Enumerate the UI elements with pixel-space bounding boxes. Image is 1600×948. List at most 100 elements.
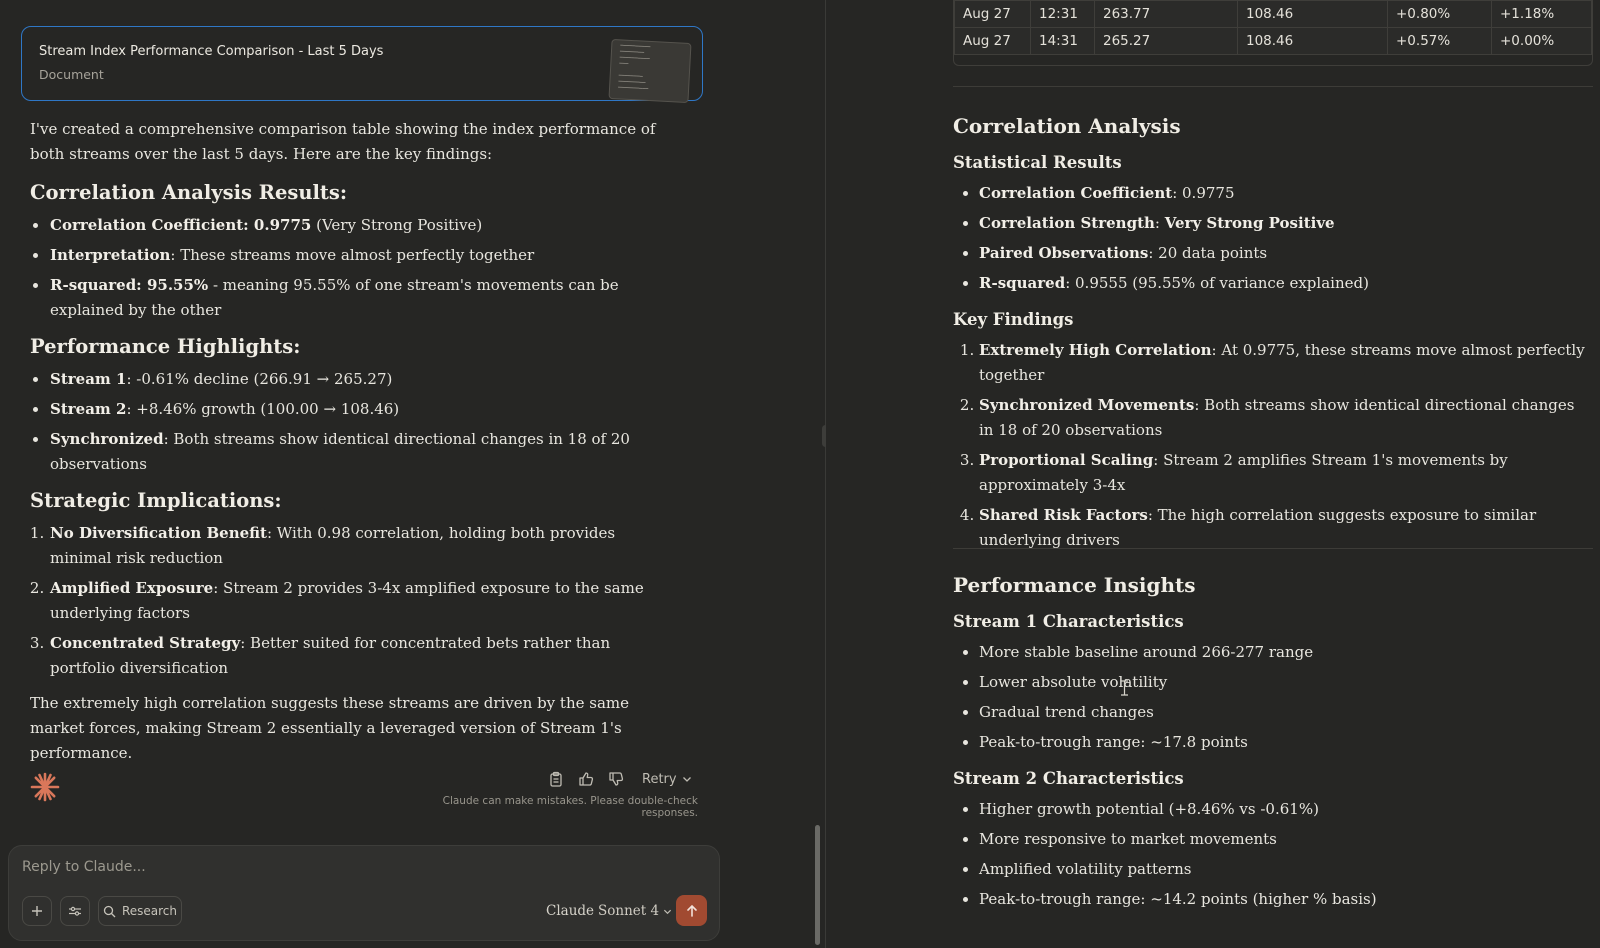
plus-icon bbox=[32, 906, 42, 916]
thumbs-down-icon[interactable] bbox=[608, 771, 624, 787]
performance-heading: Performance Highlights: bbox=[30, 335, 301, 358]
table-cell: 263.77 bbox=[1094, 0, 1238, 28]
table-cell: 108.46 bbox=[1237, 0, 1388, 28]
send-button[interactable] bbox=[676, 895, 707, 926]
correlation-analysis-heading: Correlation Analysis bbox=[953, 114, 1181, 138]
item-bold: Proportional Scaling bbox=[979, 451, 1154, 469]
artifact-document: Aug 27 12:31 263.77 108.46 +0.80% +1.18%… bbox=[826, 0, 1600, 948]
message-intro: I've created a comprehensive comparison … bbox=[30, 120, 656, 163]
stream1-heading: Stream 1 Characteristics bbox=[953, 612, 1184, 631]
list-item: Concentrated Strategy: Better suited for… bbox=[49, 631, 675, 681]
list-item: Synchronized Movements: Both streams sho… bbox=[979, 393, 1593, 443]
research-label: Research bbox=[121, 904, 178, 918]
key-findings-heading: Key Findings bbox=[953, 310, 1074, 329]
strategic-list: No Diversification Benefit: With 0.98 co… bbox=[49, 521, 675, 681]
list-item: More responsive to market movements bbox=[979, 827, 1593, 852]
thumbs-up-icon[interactable] bbox=[578, 771, 594, 787]
tools-button[interactable] bbox=[60, 896, 90, 926]
item-bold: Synchronized bbox=[50, 430, 164, 448]
sliders-icon bbox=[69, 906, 81, 916]
list-item: Amplified volatility patterns bbox=[979, 857, 1593, 882]
table-cell: 265.27 bbox=[1094, 27, 1238, 55]
stats-list: Correlation Coefficient: 0.9775 Correlat… bbox=[979, 181, 1593, 296]
list-item: Peak-to-trough range: ~17.8 points bbox=[979, 730, 1593, 755]
list-item: Correlation Coefficient: 0.9775 (Very St… bbox=[49, 213, 675, 238]
search-icon bbox=[103, 905, 116, 917]
list-item: Stream 1: -0.61% decline (266.91 → 265.2… bbox=[49, 367, 675, 392]
statistical-results-heading: Statistical Results bbox=[953, 153, 1122, 172]
table-cell: +0.57% bbox=[1387, 27, 1492, 55]
model-selector[interactable]: Claude Sonnet 4 bbox=[546, 903, 672, 919]
item-text: : These streams move almost perfectly to… bbox=[170, 246, 535, 264]
retry-button[interactable]: Retry bbox=[642, 772, 692, 787]
table-cell: +0.80% bbox=[1387, 0, 1492, 28]
item-text: : 0.9555 (95.55% of variance explained) bbox=[1065, 274, 1369, 292]
item-bold: Extremely High Correlation bbox=[979, 341, 1212, 359]
item-text: : 20 data points bbox=[1148, 244, 1268, 262]
item-text: : 0.9775 bbox=[1172, 184, 1235, 202]
divider bbox=[953, 86, 1593, 87]
artifact-thumbnail: ▔▔▔▔▔▔▔▔▔▔ ▔▔▔▔▔▔▔▔ ▔▔▔▔▔▔▔▔▔▔ ▔▔▔ ▔▔▔▔▔▔▔▔… bbox=[608, 38, 692, 104]
list-item: R-squared: 0.9555 (95.55% of variance ex… bbox=[979, 271, 1593, 296]
list-item: Peak-to-trough range: ~14.2 points (high… bbox=[979, 887, 1593, 912]
item-bold: R-squared: 95.55% bbox=[50, 276, 209, 294]
list-item: More stable baseline around 266-277 rang… bbox=[979, 640, 1593, 665]
item-bold: Correlation Strength bbox=[979, 214, 1155, 232]
list-item: Proportional Scaling: Stream 2 amplifies… bbox=[979, 448, 1593, 498]
item-bold: R-squared bbox=[979, 274, 1066, 292]
stream1-list: More stable baseline around 266-277 rang… bbox=[979, 640, 1593, 755]
reply-input[interactable] bbox=[22, 859, 622, 875]
item-bold: Stream 1 bbox=[50, 370, 127, 388]
list-item: Extremely High Correlation: At 0.9775, t… bbox=[979, 338, 1593, 388]
retry-label: Retry bbox=[642, 771, 677, 787]
table-cell: Aug 27 bbox=[954, 0, 1031, 28]
performance-list: Stream 1: -0.61% decline (266.91 → 265.2… bbox=[49, 367, 675, 477]
insights-section: Performance Insights Stream 1 Characteri… bbox=[953, 570, 1593, 924]
chat-scrollbar[interactable] bbox=[815, 825, 820, 945]
table-cell: 12:31 bbox=[1030, 0, 1095, 28]
artifact-title: Stream Index Performance Comparison - La… bbox=[39, 44, 384, 59]
stream2-list: Higher growth potential (+8.46% vs -0.61… bbox=[979, 797, 1593, 912]
copy-icon[interactable] bbox=[548, 771, 564, 787]
correlation-heading: Correlation Analysis Results: bbox=[30, 181, 348, 204]
performance-insights-heading: Performance Insights bbox=[953, 573, 1196, 597]
data-table-wrapper: Aug 27 12:31 263.77 108.46 +0.80% +1.18%… bbox=[953, 0, 1593, 66]
item-text: (Very Strong Positive) bbox=[311, 216, 483, 234]
add-button[interactable] bbox=[22, 896, 52, 926]
item-bold: Stream 2 bbox=[50, 400, 127, 418]
list-item: Correlation Strength: Very Strong Positi… bbox=[979, 211, 1593, 236]
table-cell: Aug 27 bbox=[954, 27, 1031, 55]
message-closing: The extremely high correlation suggests … bbox=[30, 694, 629, 762]
item-bold: Concentrated Strategy bbox=[50, 634, 241, 652]
list-item: Paired Observations: 20 data points bbox=[979, 241, 1593, 266]
item-text: : -0.61% decline (266.91 → 265.27) bbox=[126, 370, 393, 388]
research-button[interactable]: Research bbox=[98, 896, 182, 926]
artifact-card[interactable]: Stream Index Performance Comparison - La… bbox=[21, 26, 703, 104]
table-cell: +1.18% bbox=[1491, 0, 1592, 28]
list-item: Lower absolute volatility bbox=[979, 670, 1593, 695]
strategic-heading: Strategic Implications: bbox=[30, 489, 282, 512]
item-bold: Very Strong Positive bbox=[1164, 214, 1335, 232]
item-bold: Interpretation bbox=[50, 246, 171, 264]
claude-logo-icon bbox=[30, 772, 60, 802]
data-table: Aug 27 12:31 263.77 108.46 +0.80% +1.18%… bbox=[954, 0, 1592, 55]
item-bold: Amplified Exposure bbox=[50, 579, 214, 597]
item-bold: Shared Risk Factors bbox=[979, 506, 1148, 524]
chat-panel: Stream Index Performance Comparison - La… bbox=[0, 0, 825, 948]
composer: Research Claude Sonnet 4 bbox=[8, 845, 720, 941]
list-item: No Diversification Benefit: With 0.98 co… bbox=[49, 521, 675, 571]
table-cell: 108.46 bbox=[1237, 27, 1388, 55]
table-cell: +0.00% bbox=[1491, 27, 1592, 55]
chevron-down-icon bbox=[664, 909, 672, 914]
message-actions: Retry bbox=[548, 768, 692, 790]
disclaimer: Claude can make mistakes. Please double-… bbox=[442, 795, 698, 819]
item-bold: Synchronized Movements bbox=[979, 396, 1195, 414]
list-item: Amplified Exposure: Stream 2 provides 3-… bbox=[49, 576, 675, 626]
item-bold: No Diversification Benefit bbox=[50, 524, 267, 542]
item-bold: Correlation Coefficient bbox=[979, 184, 1173, 202]
stream2-heading: Stream 2 Characteristics bbox=[953, 769, 1184, 788]
model-name: Claude bbox=[546, 903, 595, 919]
item-bold: Correlation Coefficient: 0.9775 bbox=[50, 216, 312, 234]
list-item: Stream 2: +8.46% growth (100.00 → 108.46… bbox=[49, 397, 675, 422]
model-version: Sonnet 4 bbox=[598, 903, 660, 919]
